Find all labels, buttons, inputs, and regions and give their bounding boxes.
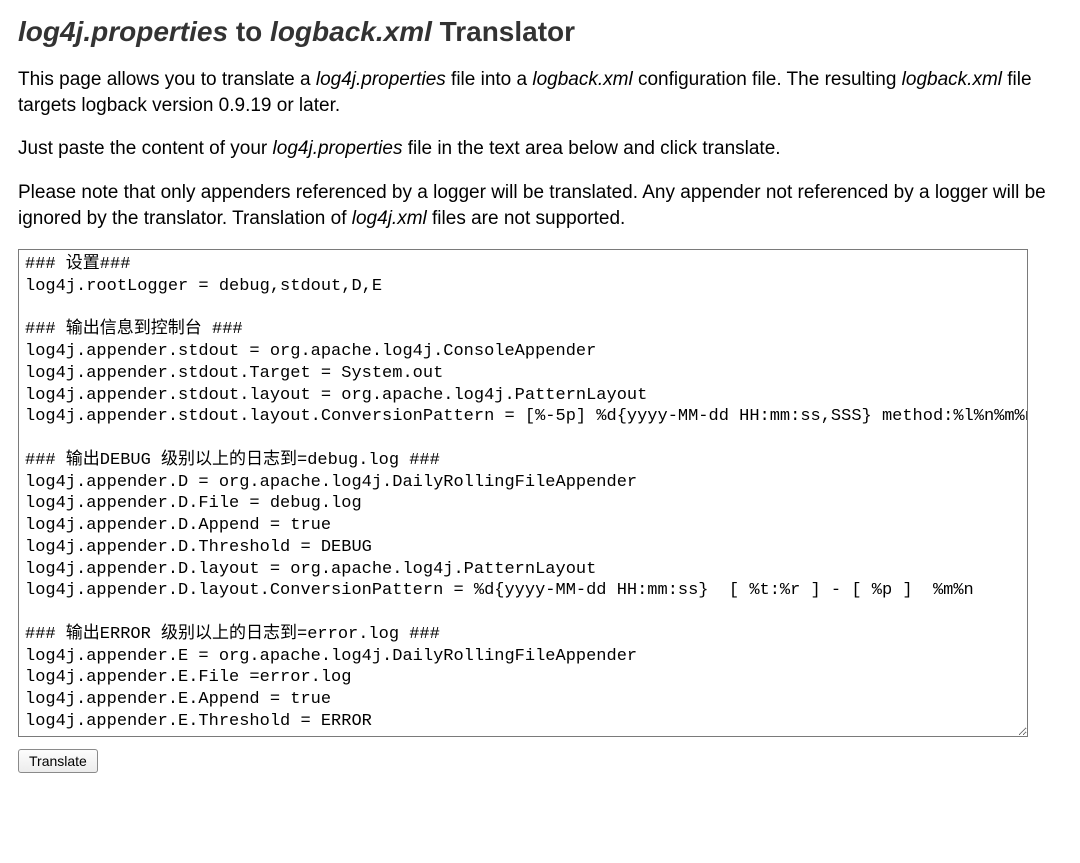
translate-button[interactable]: Translate bbox=[18, 749, 98, 773]
p2-em-1: log4j.properties bbox=[273, 138, 403, 159]
p1-em-2: logback.xml bbox=[532, 69, 632, 90]
p3-text-2: files are not supported. bbox=[427, 208, 626, 229]
title-part-3: logback.xml bbox=[270, 16, 432, 47]
p1-em-1: log4j.properties bbox=[316, 69, 446, 90]
page-container: log4j.properties to logback.xml Translat… bbox=[0, 0, 1080, 793]
p3-em-1: log4j.xml bbox=[352, 208, 427, 229]
p1-text-2: file into a bbox=[446, 69, 533, 90]
button-row: Translate bbox=[18, 749, 1062, 773]
page-title: log4j.properties to logback.xml Translat… bbox=[18, 14, 1062, 49]
intro-paragraph-2: Just paste the content of your log4j.pro… bbox=[18, 136, 1062, 162]
intro-paragraph-3: Please note that only appenders referenc… bbox=[18, 180, 1062, 231]
p1-text-3: configuration file. The resulting bbox=[633, 69, 902, 90]
p1-text-1: This page allows you to translate a bbox=[18, 69, 316, 90]
title-part-2: to bbox=[228, 16, 270, 47]
intro-paragraph-1: This page allows you to translate a log4… bbox=[18, 67, 1062, 118]
log4j-properties-textarea[interactable]: ### 设置### log4j.rootLogger = debug,stdou… bbox=[18, 249, 1028, 737]
p2-text-1: Just paste the content of your bbox=[18, 138, 273, 159]
p1-em-3: logback.xml bbox=[902, 69, 1002, 90]
title-part-1: log4j.properties bbox=[18, 16, 228, 47]
title-part-4: Translator bbox=[432, 16, 575, 47]
p2-text-2: file in the text area below and click tr… bbox=[402, 138, 780, 159]
